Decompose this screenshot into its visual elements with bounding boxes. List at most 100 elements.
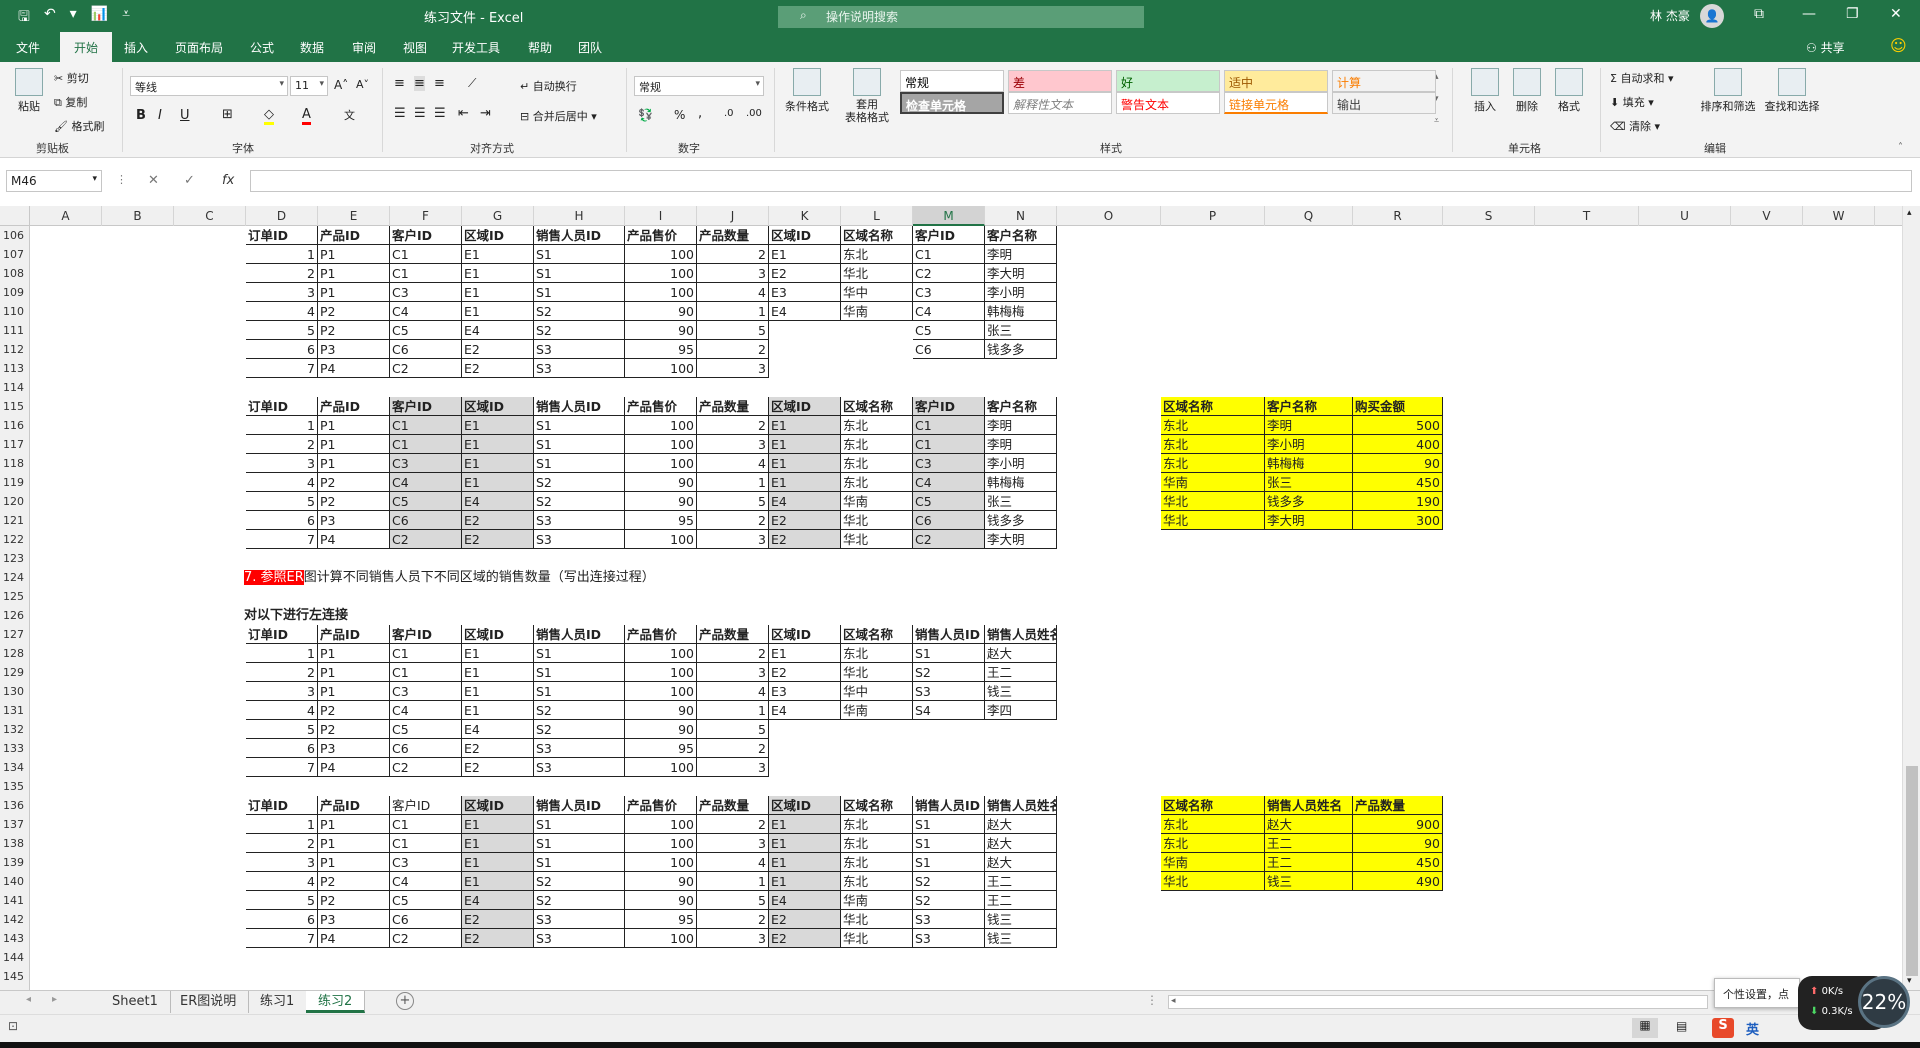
cell[interactable]: 华南: [1161, 473, 1265, 492]
cell[interactable]: 2: [697, 739, 769, 758]
cell[interactable]: 华南: [1161, 853, 1265, 872]
cell[interactable]: E1: [462, 454, 534, 473]
cell[interactable]: 3: [697, 663, 769, 682]
cell[interactable]: E1: [769, 853, 841, 872]
formula-input[interactable]: [250, 170, 1912, 192]
ime-language[interactable]: 英: [1746, 1019, 1759, 1038]
cell[interactable]: S1: [534, 245, 625, 264]
cell[interactable]: S3: [534, 511, 625, 530]
row-header[interactable]: 124: [0, 568, 30, 587]
grow-font-button[interactable]: A˄: [334, 78, 348, 92]
column-header-e[interactable]: E: [318, 206, 390, 226]
cell[interactable]: E4: [769, 302, 841, 321]
row-header[interactable]: 109: [0, 283, 30, 302]
cell[interactable]: C6: [913, 340, 985, 359]
cell[interactable]: 华北: [1161, 511, 1265, 530]
cell[interactable]: C3: [390, 283, 462, 302]
cell[interactable]: E2: [769, 264, 841, 283]
cell[interactable]: 产品售价: [625, 397, 697, 416]
cell[interactable]: 3: [246, 283, 318, 302]
merge-center-button[interactable]: ⊟ 合并后居中 ▾: [520, 108, 597, 124]
cell[interactable]: E2: [462, 758, 534, 777]
macro-record-icon[interactable]: ⊡: [8, 1019, 18, 1033]
bold-button[interactable]: B: [136, 108, 146, 123]
cell[interactable]: P2: [318, 891, 390, 910]
row-header[interactable]: 106: [0, 226, 30, 245]
cell[interactable]: 1: [697, 701, 769, 720]
scrollbar-thumb[interactable]: [1906, 766, 1918, 976]
enter-icon[interactable]: ✓: [184, 173, 195, 188]
row-header[interactable]: 115: [0, 397, 30, 416]
cell[interactable]: P1: [318, 264, 390, 283]
ime-settings-tooltip[interactable]: 个性设置，点: [1714, 978, 1800, 1008]
align-middle-icon[interactable]: ≡: [414, 76, 425, 91]
cell[interactable]: C2: [913, 264, 985, 283]
cell[interactable]: 95: [625, 739, 697, 758]
cell[interactable]: C3: [913, 283, 985, 302]
cell[interactable]: 400: [1353, 435, 1443, 454]
cell-style-5[interactable]: 检查单元格: [900, 92, 1004, 114]
column-header-q[interactable]: Q: [1265, 206, 1353, 226]
cell[interactable]: 客户名称: [1265, 397, 1353, 416]
cell[interactable]: C4: [913, 302, 985, 321]
row-header[interactable]: 139: [0, 853, 30, 872]
cell[interactable]: C6: [913, 511, 985, 530]
cell[interactable]: 王二: [985, 663, 1057, 682]
cell[interactable]: 90: [625, 302, 697, 321]
cell[interactable]: 华中: [841, 682, 913, 701]
add-sheet-button[interactable]: +: [396, 992, 414, 1010]
cell[interactable]: 华南: [841, 302, 913, 321]
cell[interactable]: 华北: [1161, 872, 1265, 891]
row-header[interactable]: 137: [0, 815, 30, 834]
cell[interactable]: P1: [318, 283, 390, 302]
cell[interactable]: 1: [246, 245, 318, 264]
cell[interactable]: 7: [246, 929, 318, 948]
cell[interactable]: 产品数量: [697, 226, 769, 245]
cell[interactable]: E1: [462, 815, 534, 834]
row-header[interactable]: 141: [0, 891, 30, 910]
row-header[interactable]: 120: [0, 492, 30, 511]
cell[interactable]: S2: [534, 321, 625, 340]
cell[interactable]: E4: [462, 492, 534, 511]
cell[interactable]: S3: [534, 340, 625, 359]
cell[interactable]: 李大明: [1265, 511, 1353, 530]
cell[interactable]: E2: [462, 910, 534, 929]
row-header[interactable]: 108: [0, 264, 30, 283]
cell[interactable]: P3: [318, 511, 390, 530]
cell[interactable]: P2: [318, 473, 390, 492]
cell[interactable]: C3: [390, 853, 462, 872]
cell[interactable]: S1: [534, 834, 625, 853]
cell[interactable]: E1: [462, 701, 534, 720]
tab-home[interactable]: 开始: [60, 32, 112, 62]
cell[interactable]: 2: [697, 644, 769, 663]
row-header[interactable]: 112: [0, 340, 30, 359]
cell[interactable]: 销售人员ID: [534, 625, 625, 644]
cell[interactable]: 东北: [841, 834, 913, 853]
row-header[interactable]: 122: [0, 530, 30, 549]
cell[interactable]: 东北: [841, 872, 913, 891]
cell[interactable]: 东北: [841, 853, 913, 872]
cell[interactable]: 1: [246, 416, 318, 435]
cell[interactable]: 3: [697, 834, 769, 853]
cell[interactable]: 3: [246, 853, 318, 872]
row-header[interactable]: 123: [0, 549, 30, 568]
phonetic-icon[interactable]: 文: [344, 107, 355, 123]
cell[interactable]: C3: [390, 682, 462, 701]
cell[interactable]: 区域名称: [1161, 397, 1265, 416]
cell[interactable]: E4: [769, 891, 841, 910]
row-header[interactable]: 111: [0, 321, 30, 340]
cell[interactable]: 7: [246, 758, 318, 777]
cell[interactable]: 100: [625, 758, 697, 777]
customize-qat-icon[interactable]: ⩡: [122, 6, 130, 30]
cell[interactable]: E1: [769, 473, 841, 492]
cell[interactable]: E1: [769, 815, 841, 834]
cell[interactable]: 100: [625, 283, 697, 302]
cell[interactable]: S2: [913, 663, 985, 682]
row-header[interactable]: 136: [0, 796, 30, 815]
row-header[interactable]: 143: [0, 929, 30, 948]
cell[interactable]: 东北: [1161, 435, 1265, 454]
row-header[interactable]: 118: [0, 454, 30, 473]
cell[interactable]: C2: [390, 929, 462, 948]
cell[interactable]: 钱三: [985, 910, 1057, 929]
font-color-icon[interactable]: A: [302, 107, 311, 125]
